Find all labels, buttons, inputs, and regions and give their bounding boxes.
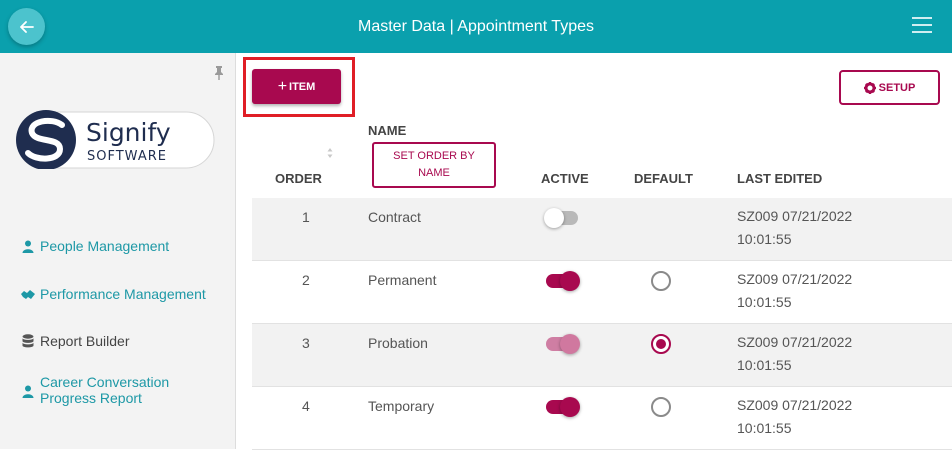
sidebar-item-label: Career Conversation Progress Report — [40, 374, 170, 406]
table-row[interactable]: 1 Contract SZ009 07/21/2022 10:01:55 — [252, 198, 952, 261]
app-header: Master Data | Appointment Types — [0, 0, 952, 53]
sidebar: Signify SOFTWARE People Management Perfo… — [0, 53, 236, 449]
column-header-last-edited[interactable]: LAST EDITED — [737, 171, 822, 186]
default-radio[interactable] — [651, 397, 671, 417]
highlight-annotation-box — [243, 57, 355, 117]
active-toggle[interactable] — [546, 269, 580, 293]
row-order: 1 — [302, 209, 310, 225]
row-order: 4 — [302, 398, 310, 414]
table-row[interactable]: 4 Temporary SZ009 07/21/2022 10:01:55 — [252, 387, 952, 450]
default-radio[interactable] — [651, 271, 671, 291]
sidebar-item-label: People Management — [40, 238, 170, 254]
user-icon — [20, 383, 36, 399]
row-name: Probation — [368, 335, 428, 351]
page-title: Master Data | Appointment Types — [358, 18, 594, 35]
row-last-edited: SZ009 07/21/2022 10:01:55 — [737, 271, 853, 310]
row-last-edited: SZ009 07/21/2022 10:01:55 — [737, 397, 853, 436]
row-order: 3 — [302, 335, 310, 351]
handshake-icon — [20, 286, 36, 302]
column-header-order[interactable]: ORDER — [275, 171, 322, 186]
hamburger-menu-icon[interactable] — [912, 17, 932, 35]
arrow-left-icon — [19, 20, 34, 33]
row-name: Temporary — [368, 398, 435, 414]
row-last-edited: SZ009 07/21/2022 10:01:55 — [737, 208, 853, 247]
database-icon — [20, 333, 36, 349]
active-toggle[interactable] — [546, 395, 580, 419]
gear-icon — [863, 81, 876, 94]
row-name: Permanent — [368, 272, 437, 288]
setup-button[interactable]: SETUP — [839, 70, 940, 105]
logo-sub-text: SOFTWARE — [87, 149, 167, 164]
table-row[interactable]: 2 Permanent SZ009 07/21/2022 10:01:55 — [252, 261, 952, 324]
sidebar-item-report-builder[interactable]: Report Builder — [20, 333, 130, 349]
sidebar-item-label: Report Builder — [40, 333, 130, 349]
column-header-active[interactable]: ACTIVE — [541, 171, 589, 186]
row-order: 2 — [302, 272, 310, 288]
back-button[interactable] — [8, 8, 45, 45]
signify-logo: Signify SOFTWARE — [16, 110, 215, 169]
sidebar-item-label: Performance Management — [40, 286, 206, 302]
default-radio[interactable] — [651, 334, 671, 354]
user-icon — [20, 238, 36, 254]
sort-icon[interactable] — [327, 147, 333, 159]
column-header-name[interactable]: NAME — [368, 123, 406, 138]
logo-brand-text: Signify — [86, 118, 171, 147]
set-order-by-name-button[interactable]: SET ORDER BY NAME — [372, 142, 496, 188]
sidebar-item-performance-management[interactable]: Performance Management — [20, 286, 206, 302]
sidebar-item-people-management[interactable]: People Management — [20, 238, 169, 254]
sidebar-item-career-conversation[interactable]: Career Conversation Progress Report — [20, 374, 180, 406]
table-row[interactable]: 3 Probation SZ009 07/21/2022 10:01:55 — [252, 324, 952, 387]
active-toggle[interactable] — [544, 206, 580, 230]
column-header-default[interactable]: DEFAULT — [634, 171, 693, 186]
row-last-edited: SZ009 07/21/2022 10:01:55 — [737, 334, 853, 373]
pin-icon[interactable] — [212, 65, 226, 81]
active-toggle[interactable] — [546, 332, 580, 356]
row-name: Contract — [368, 209, 421, 225]
